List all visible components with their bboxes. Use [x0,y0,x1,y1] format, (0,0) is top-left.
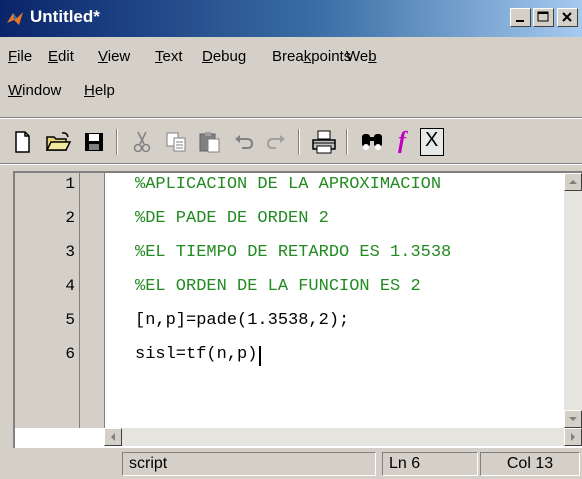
toolbar-divider [0,163,582,165]
menu-web[interactable]: Web [346,48,377,65]
code-comment-line[interactable]: %DE PADE DE ORDEN 2 [135,209,329,228]
toolbar-separator [346,129,348,155]
status-bar: script Ln 6 Col 13 [0,449,582,479]
maximize-icon [537,11,549,22]
line-number: 5 [65,311,75,329]
open-folder-icon [45,132,72,151]
vertical-scrollbar[interactable] [564,173,582,428]
title-bar[interactable]: Untitled* [0,0,582,37]
menu-debug[interactable]: Debug [202,48,246,65]
copy-icon [166,132,186,152]
menu-divider [0,117,582,119]
save-icon [85,133,103,151]
scroll-left-button[interactable] [104,428,122,446]
function-icon: f [398,128,406,154]
line-number: 6 [65,345,75,363]
menu-edit[interactable]: Edit [48,48,74,65]
toolbar-separator [116,129,118,155]
code-comment-line[interactable]: %APLICACION DE LA APROXIMACION [135,175,441,194]
menu-file[interactable]: File [8,48,32,65]
matlab-logo-icon [7,12,23,25]
window-title: Untitled* [30,7,100,26]
line-number: 4 [65,277,75,295]
menu-breakpoints[interactable]: Breakpoints [272,48,351,65]
redo-button[interactable] [262,128,290,156]
menu-view[interactable]: View [98,48,130,65]
save-button[interactable] [80,128,108,156]
status-column: Col 13 [480,452,580,476]
undo-button[interactable] [230,128,258,156]
code-line[interactable]: [n,p]=pade(1.3538,2); [135,311,349,330]
undo-icon [235,135,254,149]
menu-help[interactable]: Help [84,82,115,99]
line-number: 3 [65,243,75,261]
code-editor[interactable]: 1 2 3 4 5 6 %APLICACION DE LA APROXIMACION %DE… [13,171,582,448]
arrow-right-icon [571,433,575,441]
line-number: 2 [65,209,75,227]
print-button[interactable] [310,128,338,156]
menu-window[interactable]: Window [8,82,61,99]
horizontal-scrollbar[interactable] [104,428,582,446]
close-icon: X [425,129,439,151]
arrow-down-icon [569,417,577,421]
menu-bar: File Edit View Text Debug Breakpoints Web [0,42,582,72]
paste-button[interactable] [196,128,224,156]
code-line[interactable]: sisl=tf(n,p) [135,345,257,364]
find-button[interactable] [358,128,386,156]
new-file-button[interactable] [8,128,36,156]
copy-button[interactable] [162,128,190,156]
open-button[interactable] [44,128,72,156]
print-icon [312,130,336,154]
code-comment-line[interactable]: %EL TIEMPO DE RETARDO ES 1.3538 [135,243,451,262]
status-mode: script [122,452,376,476]
maximize-button[interactable] [533,8,554,27]
breakpoint-column[interactable] [80,173,105,428]
cut-button[interactable] [128,128,156,156]
find-icon [362,134,382,150]
minimize-icon [516,20,524,22]
new-file-icon [15,131,30,153]
toolbar-separator [298,129,300,155]
close-icon [562,12,572,22]
close-doc-button[interactable]: X [420,128,444,156]
menu-text[interactable]: Text [155,48,183,65]
arrow-up-icon [569,180,577,184]
arrow-left-icon [111,433,115,441]
text-caret [259,346,262,366]
code-comment-line[interactable]: %EL ORDEN DE LA FUNCION ES 2 [135,277,421,296]
function-button[interactable]: f [392,128,420,156]
menu-bar-row-2: Window Help [0,76,582,106]
close-window-button[interactable] [557,8,578,27]
status-line: Ln 6 [382,452,478,476]
redo-icon [266,135,285,149]
minimize-button[interactable] [510,8,531,27]
toolbar: f X [0,123,582,161]
line-number-gutter: 1 2 3 4 5 6 [15,173,80,428]
cut-icon [133,131,151,153]
paste-icon [199,132,220,153]
scroll-right-button[interactable] [564,428,582,446]
line-number: 1 [65,175,75,193]
scroll-up-button[interactable] [564,173,582,191]
scroll-down-button[interactable] [564,410,582,428]
